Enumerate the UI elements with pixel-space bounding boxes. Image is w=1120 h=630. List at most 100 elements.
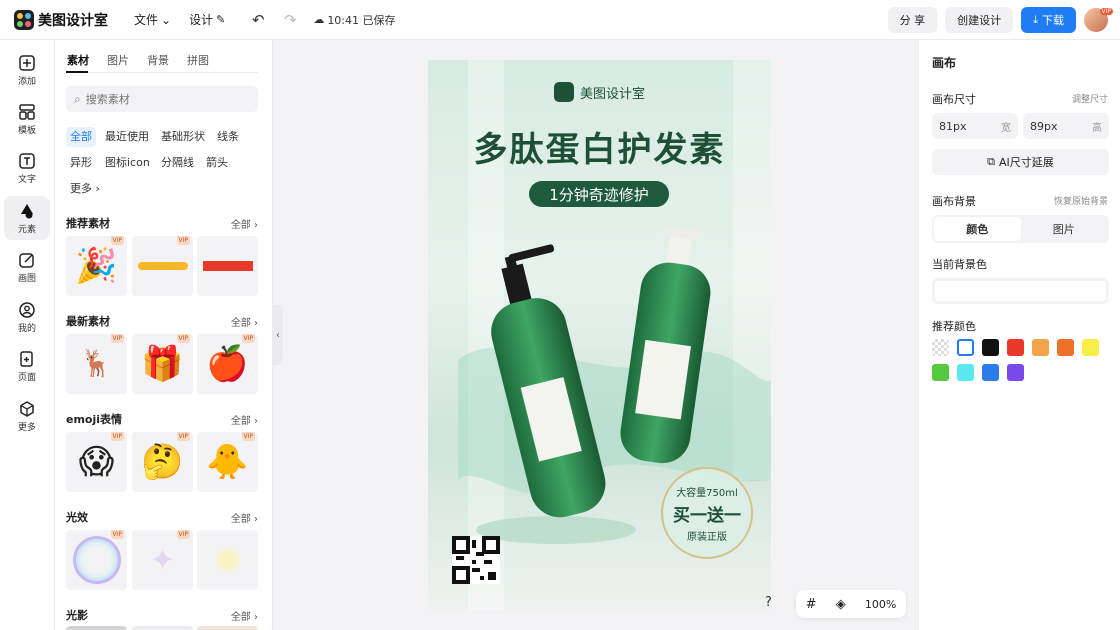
chip-irregular[interactable]: 异形 [66, 153, 96, 173]
download-button[interactable]: ⤓ 下载 [1021, 7, 1076, 33]
tab-material[interactable]: 素材 [67, 52, 89, 68]
section-all-link[interactable]: 全部 › [231, 608, 258, 623]
rail-label: 画图 [17, 273, 36, 284]
rail-item-text[interactable]: 文字 [4, 146, 50, 190]
rail-item-draw[interactable]: 画图 [4, 245, 50, 289]
tab-background[interactable]: 背景 [147, 52, 169, 68]
avatar[interactable]: VIP [1084, 8, 1113, 32]
color-swatch[interactable] [1032, 339, 1049, 356]
grid-icon[interactable]: # [806, 597, 817, 612]
material-thumb[interactable]: 🦌 VIP [66, 334, 127, 394]
chip-recent[interactable]: 最近使用 [101, 127, 153, 147]
app-name: 美图设计室 [38, 12, 108, 29]
material-thumb[interactable]: 😱 VIP [66, 432, 127, 492]
current-bg-color-input[interactable] [932, 278, 1109, 304]
page-icon [20, 350, 33, 367]
zoom-level[interactable]: 100% [865, 598, 896, 611]
vip-badge: VIP [110, 432, 124, 441]
material-thumb[interactable] [66, 626, 127, 630]
canvas-toolbar: # ◈ 100% [796, 590, 906, 618]
color-swatch[interactable] [982, 364, 999, 381]
chip-icons[interactable]: 图标icon [101, 153, 154, 173]
color-swatch[interactable] [1007, 339, 1024, 356]
section-title-shadows: 光影 [66, 609, 88, 622]
section-all-link[interactable]: 全部 › [231, 510, 258, 525]
material-thumb[interactable]: VIP [66, 530, 127, 590]
rail-item-elements[interactable]: 元素 [4, 196, 50, 240]
material-thumb[interactable] [197, 236, 258, 296]
design-menu-button[interactable]: 设计 ✎ [189, 11, 225, 28]
width-unit: 宽 [1001, 122, 1011, 134]
color-swatch[interactable] [957, 364, 974, 381]
material-thumb[interactable]: 🍎 VIP [197, 334, 258, 394]
color-swatch[interactable] [932, 364, 949, 381]
design-canvas[interactable]: 美图设计室 多肽蛋白护发素 1分钟奇迹修护 大容量750ml 买一送一 原装正版 [428, 60, 771, 610]
rail-item-pages[interactable]: 页面 [4, 344, 50, 388]
vip-badge: VIP [241, 432, 255, 441]
panel-collapse-handle[interactable]: ‹ [273, 305, 283, 365]
color-swatch[interactable] [932, 339, 949, 356]
redo-icon[interactable]: ↷ [279, 9, 301, 31]
qr-code-image[interactable] [452, 536, 500, 584]
chip-arrows[interactable]: 箭头 [202, 153, 232, 173]
chip-more[interactable]: 更多 › [66, 179, 104, 199]
apple-icon: 🍎 [206, 344, 249, 384]
shocked-face-icon: 😱 [78, 442, 115, 482]
layers-icon[interactable]: ◈ [836, 597, 846, 612]
rail-item-mine[interactable]: 我的 [4, 295, 50, 339]
share-button[interactable]: 分 享 [887, 7, 938, 33]
resize-link[interactable]: 调整尺寸 [1072, 92, 1108, 105]
promo-badge[interactable]: 大容量750ml 买一送一 原装正版 [661, 467, 753, 559]
chip-basic-shapes[interactable]: 基础形状 [157, 127, 209, 147]
restore-bg-link[interactable]: 恢复原始背景 [1054, 194, 1108, 207]
section-title-recommended: 推荐素材 [66, 217, 110, 230]
color-swatch[interactable] [957, 339, 974, 356]
color-swatch[interactable] [1082, 339, 1099, 356]
rail-item-more[interactable]: 更多 [4, 394, 50, 438]
material-thumb[interactable] [197, 626, 258, 630]
bg-image-option[interactable]: 图片 [1021, 217, 1108, 241]
height-field[interactable]: 89px 高 [1023, 113, 1109, 139]
rail-item-template[interactable]: 模板 [4, 97, 50, 141]
section-all-link[interactable]: 全部 › [231, 314, 258, 329]
rail-item-add[interactable]: 添加 [4, 48, 50, 92]
chip-dividers[interactable]: 分隔线 [157, 153, 198, 173]
color-swatch[interactable] [982, 339, 999, 356]
app-logo[interactable]: 美图设计室 [14, 9, 108, 30]
material-thumb[interactable] [197, 530, 258, 590]
file-menu-button[interactable]: 文件 ⌄ [134, 11, 171, 28]
sparkle-icon: ✦ [149, 542, 176, 578]
height-value: 89px [1030, 119, 1058, 133]
chevron-down-icon: ⌄ [161, 12, 172, 27]
width-field[interactable]: 81px 宽 [932, 113, 1018, 139]
chip-all[interactable]: 全部 [66, 127, 96, 147]
section-all-label: 全部 [230, 220, 251, 231]
chip-lines[interactable]: 线条 [213, 127, 243, 147]
bg-color-option[interactable]: 颜色 [934, 217, 1021, 241]
section-all-link[interactable]: 全部 › [231, 216, 258, 231]
tab-image[interactable]: 图片 [107, 52, 129, 68]
search-input[interactable] [85, 92, 236, 106]
material-thumb[interactable] [132, 626, 193, 630]
undo-icon[interactable]: ↶ [247, 9, 269, 31]
color-swatch[interactable] [1007, 364, 1024, 381]
file-menu-label: 文件 [134, 13, 159, 27]
rail-label: 我的 [17, 323, 36, 334]
section-all-link[interactable]: 全部 › [231, 412, 258, 427]
create-design-button[interactable]: 创建设计 [945, 7, 1014, 33]
material-thumb[interactable]: 🐥 VIP [197, 432, 258, 492]
material-thumb[interactable]: 🤔 VIP [132, 432, 193, 492]
search-box[interactable]: ⌕ [66, 86, 258, 112]
tab-collage[interactable]: 拼图 [187, 52, 209, 68]
snow-globe-gift-icon: 🎁 [141, 344, 184, 384]
material-thumb[interactable]: ✦ VIP [132, 530, 193, 590]
color-swatch[interactable] [1057, 339, 1074, 356]
ai-resize-button[interactable]: ⧉ AI尺寸延展 [932, 149, 1109, 175]
material-thumb[interactable]: 🎁 VIP [132, 334, 193, 394]
section-title-latest: 最新素材 [66, 315, 110, 328]
material-thumb[interactable]: VIP [132, 236, 193, 296]
help-icon[interactable]: ? [765, 595, 772, 610]
recommended-colors-label: 推荐颜色 [932, 320, 976, 333]
material-thumb[interactable]: 🎉 VIP [66, 236, 127, 296]
section-all-label: 全部 [230, 416, 251, 427]
